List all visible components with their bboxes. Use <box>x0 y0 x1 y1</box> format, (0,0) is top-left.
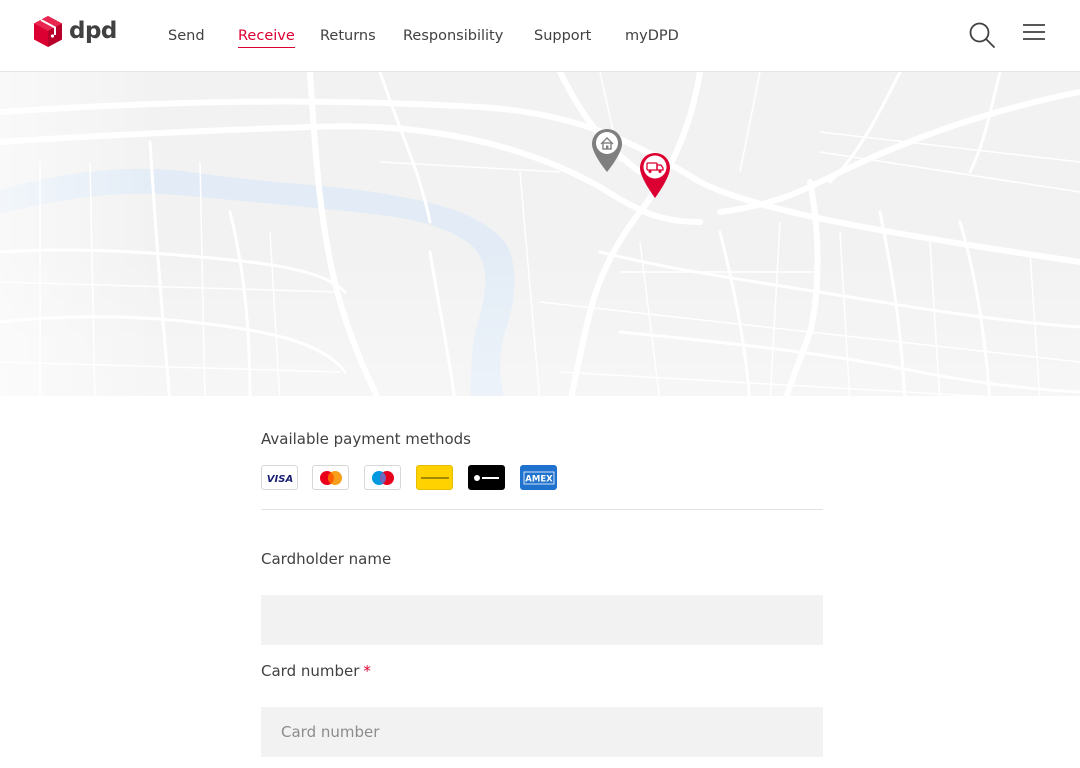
visa-icon: VISA <box>261 465 298 490</box>
home-pin-icon <box>592 129 622 172</box>
delivery-van-pin-icon <box>640 153 670 198</box>
twint-icon <box>468 465 505 490</box>
hamburger-menu-icon <box>1023 24 1045 40</box>
delivery-map[interactable] <box>0 72 1080 396</box>
payment-methods-title: Available payment methods <box>261 430 471 448</box>
required-asterisk: * <box>363 662 371 680</box>
amex-icon: AMEX <box>520 465 557 490</box>
svg-text:VISA: VISA <box>266 474 292 484</box>
site-header: dpd Send Receive Returns Responsibility … <box>0 0 1080 72</box>
search-icon <box>969 22 995 48</box>
card-number-label: Card number <box>261 662 360 680</box>
payconiq-icon <box>416 465 453 490</box>
nav-returns[interactable]: Returns <box>320 26 376 46</box>
menu-button[interactable] <box>1022 22 1046 42</box>
section-divider <box>261 509 823 510</box>
svg-text:AMEX: AMEX <box>525 474 553 484</box>
maestro-icon <box>364 465 401 490</box>
nav-support[interactable]: Support <box>534 26 591 46</box>
home-pin[interactable] <box>590 128 624 178</box>
dpd-wordmark: dpd <box>69 18 117 44</box>
search-button[interactable] <box>968 21 996 49</box>
nav-receive[interactable]: Receive <box>238 26 295 48</box>
cardholder-name-label: Cardholder name <box>261 550 392 568</box>
nav-mydpd[interactable]: myDPD <box>625 26 679 46</box>
card-number-field[interactable] <box>261 707 823 757</box>
nav-send[interactable]: Send <box>168 26 205 46</box>
dpd-cube-icon <box>34 16 62 47</box>
delivery-van-pin[interactable] <box>638 152 672 204</box>
mastercard-icon <box>312 465 349 490</box>
nav-responsibility[interactable]: Responsibility <box>403 26 503 46</box>
map-background <box>0 72 1080 396</box>
card-number-label-row: Card number * <box>261 660 823 682</box>
cardholder-name-field[interactable] <box>261 595 823 645</box>
dpd-logo[interactable]: dpd <box>33 15 117 48</box>
